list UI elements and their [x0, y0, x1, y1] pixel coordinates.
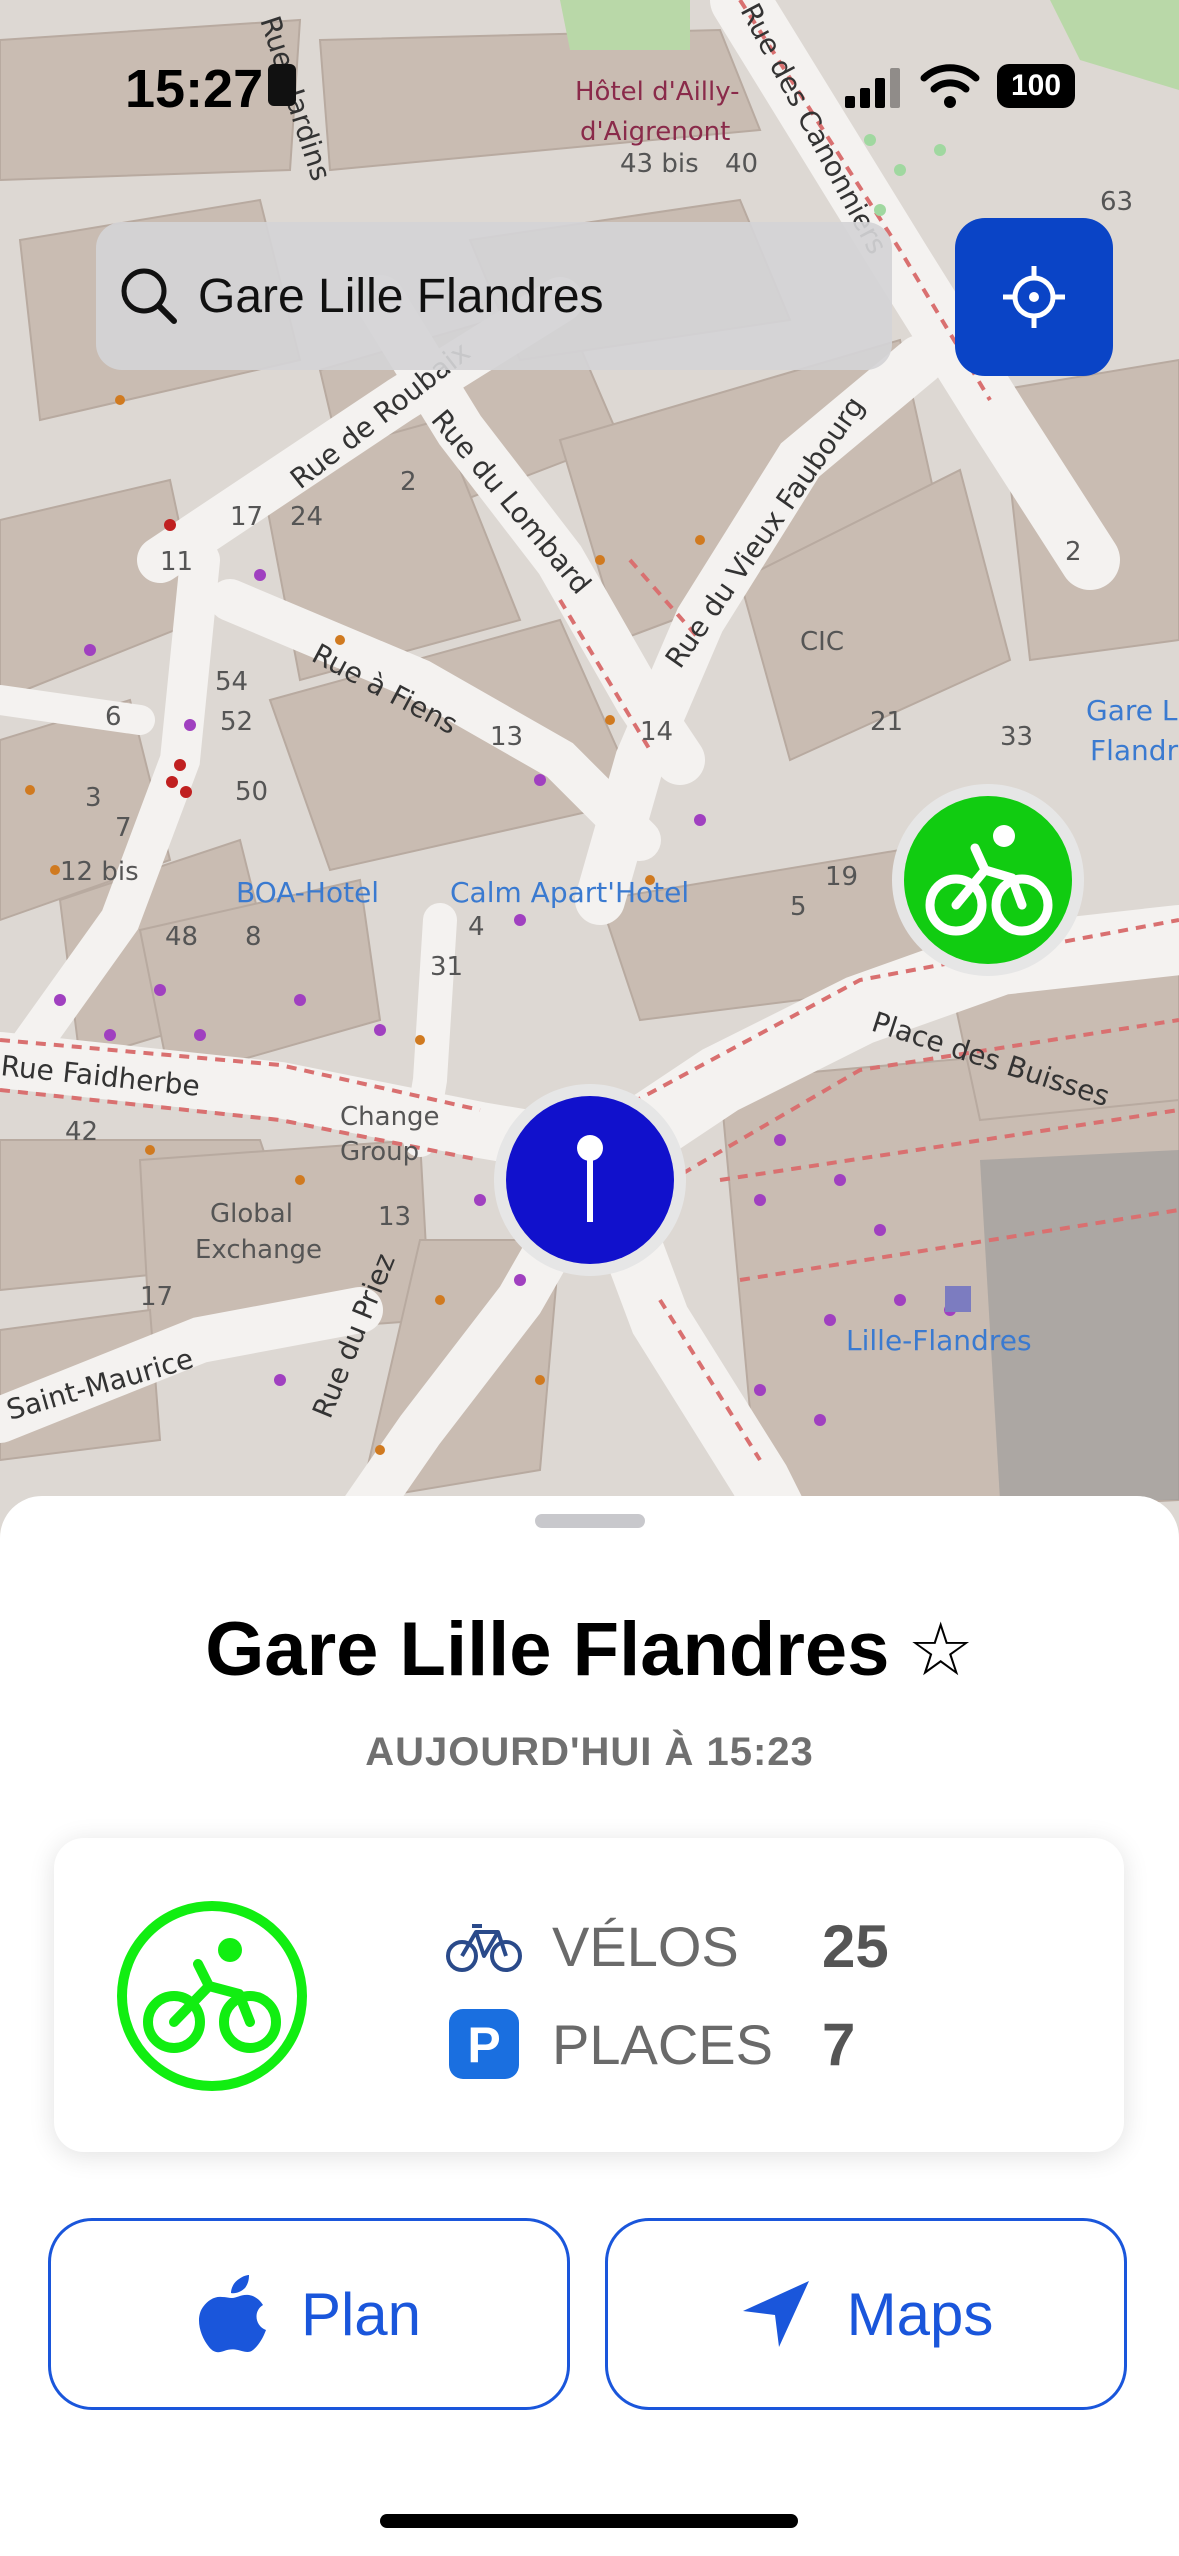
- svg-text:8: 8: [245, 922, 262, 952]
- svg-text:19: 19: [825, 862, 858, 892]
- svg-text:3: 3: [85, 783, 102, 813]
- svg-text:33: 33: [1000, 722, 1033, 752]
- svg-text:Group: Group: [340, 1137, 419, 1167]
- selected-location-pin: [494, 1084, 686, 1276]
- sheet-grabber[interactable]: [535, 1514, 645, 1528]
- svg-text:Exchange: Exchange: [195, 1235, 322, 1265]
- svg-text:14: 14: [640, 717, 673, 747]
- places-label: PLACES: [552, 2012, 773, 2076]
- svg-text:Flandr: Flandr: [1090, 734, 1179, 767]
- focus-icon: [268, 64, 296, 106]
- station-detail-sheet: Gare Lille Flandres ☆ AUJOURD'HUI À 15:23…: [0, 1496, 1179, 2556]
- svg-text:63: 63: [1100, 187, 1133, 217]
- svg-text:CIC: CIC: [800, 627, 844, 657]
- availability-card: VÉLOS 25 P PLACES 7: [54, 1838, 1124, 2152]
- svg-text:2: 2: [400, 467, 417, 497]
- status-time: 15:27: [125, 59, 264, 119]
- svg-text:Lille-Flandres: Lille-Flandres: [846, 1324, 1032, 1357]
- bike-station-marker: [892, 784, 1084, 976]
- svg-text:2: 2: [1065, 537, 1082, 567]
- places-count: 7: [822, 2010, 856, 2078]
- home-indicator[interactable]: [380, 2514, 798, 2528]
- apple-plan-button[interactable]: Plan: [48, 2218, 570, 2410]
- svg-text:43 bis: 43 bis: [620, 149, 699, 179]
- svg-text:P: P: [467, 2017, 500, 2073]
- places-stat: P PLACES 7: [446, 2004, 855, 2084]
- apple-logo-icon: [198, 2275, 266, 2353]
- crosshair-icon: [1003, 266, 1065, 328]
- svg-text:11: 11: [160, 547, 193, 577]
- svg-text:6: 6: [105, 702, 122, 732]
- svg-text:52: 52: [220, 707, 253, 737]
- search-icon: [121, 268, 177, 324]
- station-title-row: Gare Lille Flandres ☆: [0, 1606, 1179, 1693]
- maps-button-label: Maps: [846, 2280, 994, 2348]
- svg-text:31: 31: [430, 952, 463, 982]
- bikes-count: 25: [822, 1912, 889, 1980]
- svg-text:17: 17: [140, 1282, 173, 1312]
- svg-text:40: 40: [725, 149, 758, 179]
- wifi-icon: [920, 64, 980, 108]
- bikes-label: VÉLOS: [552, 1914, 739, 1978]
- svg-text:24: 24: [290, 502, 323, 532]
- svg-text:7: 7: [115, 813, 132, 843]
- battery-icon: 100: [997, 64, 1075, 108]
- svg-text:Calm Apart'Hotel: Calm Apart'Hotel: [450, 876, 689, 909]
- svg-text:50: 50: [235, 777, 268, 807]
- svg-text:Change: Change: [340, 1102, 440, 1132]
- svg-text:21: 21: [870, 707, 903, 737]
- maps-button[interactable]: Maps: [605, 2218, 1127, 2410]
- locate-me-button[interactable]: [955, 218, 1113, 376]
- parking-icon: P: [449, 2009, 519, 2079]
- svg-text:Gare L: Gare L: [1086, 694, 1178, 727]
- bikes-stat: VÉLOS 25: [446, 1906, 889, 1986]
- svg-text:54: 54: [215, 667, 248, 697]
- svg-text:Global: Global: [210, 1199, 293, 1229]
- svg-text:12 bis: 12 bis: [60, 857, 139, 887]
- status-bar: 15:27 100: [0, 0, 1179, 150]
- search-bar[interactable]: [96, 222, 892, 370]
- search-input[interactable]: [196, 267, 880, 325]
- svg-text:4: 4: [468, 912, 485, 942]
- favorite-star-icon[interactable]: ☆: [907, 1607, 973, 1693]
- bicycle-icon: [446, 1924, 522, 1972]
- svg-text:BOA-Hotel: BOA-Hotel: [236, 876, 379, 909]
- svg-text:5: 5: [790, 892, 807, 922]
- svg-text:48: 48: [165, 922, 198, 952]
- signal-icon: [845, 68, 900, 108]
- svg-text:17: 17: [230, 502, 263, 532]
- navigation-arrow-icon: [742, 2281, 809, 2347]
- bike-station-icon: [117, 1901, 307, 2091]
- station-title: Gare Lille Flandres: [205, 1607, 890, 1692]
- updated-time: AUJOURD'HUI À 15:23: [365, 1730, 814, 1774]
- svg-text:13: 13: [490, 722, 523, 752]
- plan-button-label: Plan: [300, 2280, 422, 2348]
- svg-text:13: 13: [378, 1202, 411, 1232]
- svg-text:42: 42: [65, 1117, 98, 1147]
